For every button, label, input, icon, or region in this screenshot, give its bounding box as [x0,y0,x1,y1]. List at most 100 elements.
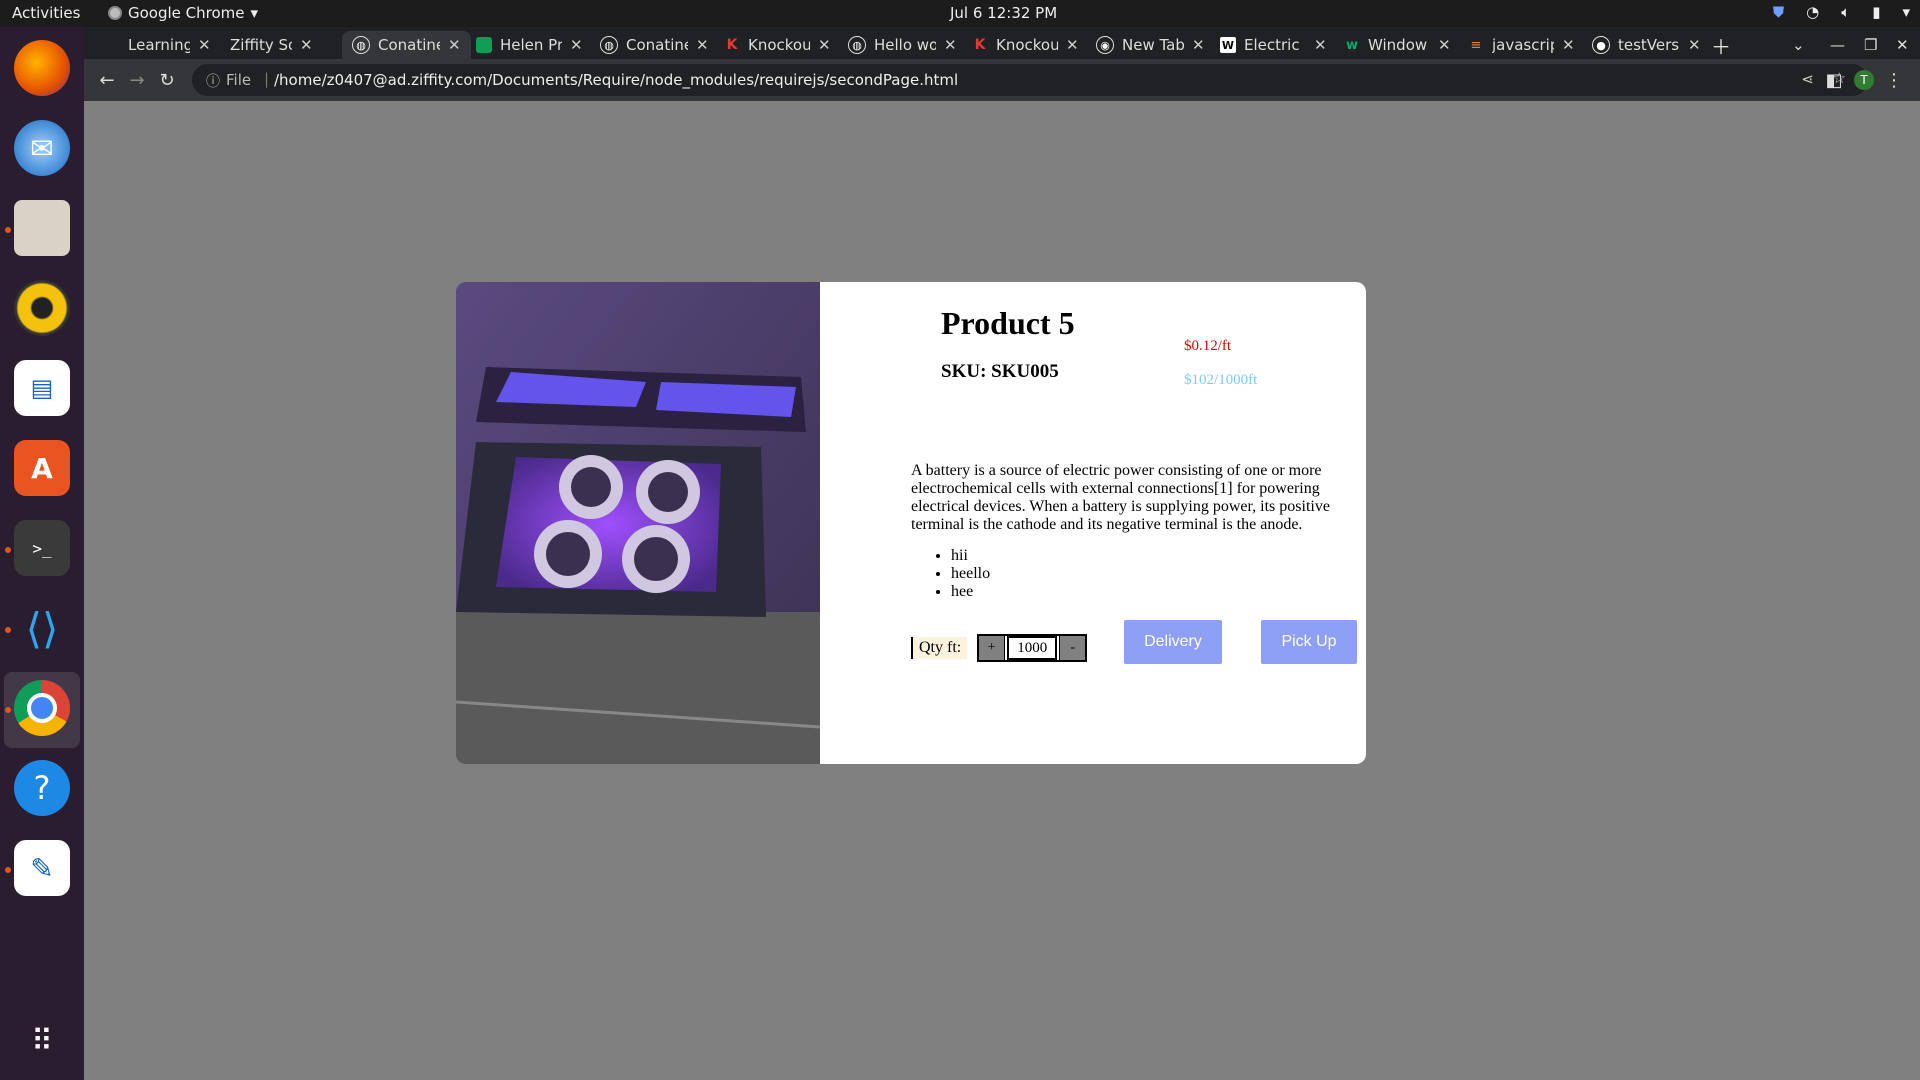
tab-conatine[interactable]: ◍ Conatine ✕ [600,31,709,59]
globe-icon: ◍ [848,36,866,54]
knockout-icon: K [974,37,986,53]
tab-ziffity[interactable]: Ziffity So ✕ [206,31,313,59]
tab-electric[interactable]: W Electric ✕ [1220,31,1327,59]
pickup-button[interactable]: Pick Up [1261,620,1357,664]
battery-icon[interactable]: ▮ [1872,3,1880,21]
decrement-button[interactable]: - [1059,636,1086,660]
file-label: File [226,71,252,89]
tab-title: Electric [1244,36,1300,54]
close-icon[interactable]: ✕ [696,36,709,54]
volume-icon[interactable]: 🔈︎ [1841,3,1850,21]
tab-window[interactable]: w Window ✕ [1344,31,1451,59]
tab-title: Window [1368,36,1428,54]
show-apps-icon[interactable]: ⠿ [14,1013,70,1069]
delivery-button[interactable]: Delivery [1124,620,1222,664]
increment-button[interactable]: + [979,636,1006,660]
terminal-icon[interactable]: >_ [14,520,70,576]
stackoverflow-icon: ≡ [1470,37,1482,53]
tab-conatine-active[interactable]: ◍ Conatine ✕ [342,31,471,59]
tab-title: New Tab [1122,36,1184,54]
tab-title: Knockou [996,36,1058,54]
address-bar[interactable]: ⓘ File | /home/z0407@ad.ziffity.com/Docu… [192,64,1868,96]
doc-icon [104,37,120,53]
product-title: Product 5 [941,305,1075,341]
chrome-app-icon [108,6,122,20]
side-panel-icon[interactable]: ◧ [1821,67,1847,93]
text-editor-icon[interactable]: ✎ [14,840,70,896]
chevron-down-icon: ▾ [250,4,259,22]
wikipedia-icon: W [1220,37,1236,53]
close-icon[interactable]: ✕ [570,36,583,54]
quantity-area: Qty ft: + - [911,634,1088,662]
close-icon[interactable]: ✕ [1066,36,1079,54]
reload-icon[interactable]: ↻ [154,67,180,93]
app-menu[interactable]: Google Chrome ▾ [108,4,258,22]
thunderbird-icon[interactable]: ✉ [14,120,70,176]
chrome-icon[interactable] [14,680,70,736]
close-icon[interactable]: ✕ [448,36,461,54]
close-icon[interactable]: ✕ [1562,36,1575,54]
app-center-icon[interactable]: A [14,440,70,496]
minimize-icon[interactable]: — [1830,31,1845,59]
shield-icon[interactable]: ⛊ [1773,3,1784,21]
tab-title: Conatine [378,36,440,54]
writer-icon[interactable]: ▤ [14,360,70,416]
product-modal: Product 5 SKU: SKU005 $0.12/ft $102/1000… [456,282,1366,764]
tab-helen[interactable]: Helen Pr ✕ [476,31,583,59]
share-icon[interactable]: ⋖ [1801,70,1814,88]
tab-learning[interactable]: Learning ✕ [104,31,211,59]
close-icon[interactable]: ✕ [1688,36,1701,54]
github-icon: ● [1592,36,1610,54]
chrome-icon: ◉ [1096,36,1114,54]
tab-title: Hello wo [874,36,936,54]
activities-button[interactable]: Activities [12,4,80,22]
new-tab-button[interactable]: ＋ [1711,31,1731,59]
clock[interactable]: Jul 6 12:32 PM [950,4,1057,22]
back-icon[interactable]: ← [94,67,120,93]
tab-hello-world[interactable]: ◍ Hello wo ✕ [848,31,957,59]
vscode-icon[interactable]: ⟨⟩ [14,600,70,656]
tab-title: Knockou [748,36,810,54]
close-icon[interactable]: ✕ [1314,36,1327,54]
list-item: hii [951,547,990,565]
close-icon[interactable]: ✕ [818,36,831,54]
close-icon[interactable]: ✕ [300,36,313,54]
window-close-icon[interactable]: ✕ [1896,31,1909,59]
quantity-label: Qty ft: [911,637,968,659]
url-text[interactable]: /home/z0407@ad.ziffity.com/Documents/Req… [274,71,958,89]
product-sku: SKU: SKU005 [941,361,1059,382]
tab-knockout-2[interactable]: K Knockou ✕ [972,31,1079,59]
system-tray[interactable]: ⛊ ◔ 🔈︎ ▮ ▾ [1773,3,1910,21]
w3-icon: w [1345,37,1358,53]
info-icon[interactable]: ⓘ [206,71,220,91]
help-icon[interactable]: ? [14,760,70,816]
list-item: heello [951,565,990,583]
close-icon[interactable]: ✕ [1438,36,1451,54]
forward-icon[interactable]: → [124,67,150,93]
app-menu-label: Google Chrome [128,4,245,22]
restore-icon[interactable]: ❐ [1864,31,1877,59]
divider: | [264,70,270,88]
profile-avatar[interactable]: T [1851,67,1877,93]
globe-icon: ◍ [600,36,618,54]
tab-knockout[interactable]: K Knockou ✕ [724,31,831,59]
rhythmbox-icon[interactable] [14,280,70,336]
power-menu-icon[interactable]: ▾ [1902,3,1910,21]
tab-search-icon[interactable]: ⌄ [1792,31,1805,59]
profile-initial: T [1854,70,1874,90]
knockout-icon: K [726,37,738,53]
quantity-input[interactable] [1007,636,1058,660]
files-icon[interactable] [14,200,70,256]
globe-icon: ◍ [352,36,370,54]
close-icon[interactable]: ✕ [944,36,957,54]
price-per-foot: $0.12/ft [1184,338,1232,354]
wifi-icon[interactable]: ◔ [1806,3,1819,21]
tab-testversion[interactable]: ● testVers ✕ [1592,31,1701,59]
chat-icon [476,37,492,53]
menu-kebab-icon[interactable]: ⋮ [1881,67,1907,93]
firefox-icon[interactable] [14,40,70,96]
close-icon[interactable]: ✕ [1192,36,1205,54]
blank-icon [206,37,222,53]
tab-new-tab[interactable]: ◉ New Tab ✕ [1096,31,1205,59]
tab-javascript[interactable]: ≡ javascrip ✕ [1468,31,1575,59]
